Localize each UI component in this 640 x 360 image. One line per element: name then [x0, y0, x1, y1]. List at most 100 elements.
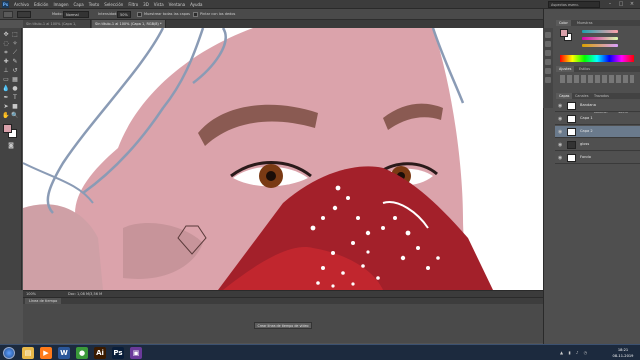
workspace-select[interactable]: Aspectos esenc. — [548, 1, 600, 8]
history-brush-tool-icon[interactable]: ↺ — [11, 67, 19, 75]
tab-channels[interactable]: Canales — [572, 93, 591, 99]
tab-document-2-label: Sin título-1 al 100% (Capa 1, RGB/8) * — [95, 22, 162, 26]
layer-row-fondo[interactable]: ◉ Fondo — [555, 152, 640, 164]
intensity-field[interactable]: 50% — [117, 11, 131, 18]
eraser-tool-icon[interactable]: ▭ — [2, 76, 10, 84]
tab-adjustments[interactable]: Ajustes — [556, 66, 575, 72]
move-tool-icon[interactable]: ✥ — [2, 31, 10, 39]
visibility-eye-icon[interactable]: ◉ — [558, 142, 562, 148]
tool-preset-icon[interactable] — [3, 11, 13, 18]
media-player-icon[interactable]: ▶ — [40, 347, 52, 359]
tab-timeline[interactable]: Línea de tiempo — [25, 298, 62, 304]
paragraph-panel-icon[interactable] — [545, 68, 551, 74]
word-icon[interactable]: W — [58, 347, 70, 359]
tab-layers[interactable]: Capas — [556, 93, 573, 99]
tab-styles[interactable]: Estilos — [576, 66, 593, 72]
visibility-eye-icon[interactable]: ◉ — [558, 103, 562, 109]
layer-name: Bandana — [580, 103, 596, 107]
canvas[interactable] — [23, 28, 543, 290]
menu-filtro[interactable]: Filtro — [128, 2, 138, 7]
intensity-value: 50% — [120, 13, 128, 17]
menu-capa[interactable]: Capa — [74, 2, 84, 7]
path-selection-tool-icon[interactable]: ➤ — [2, 103, 10, 111]
system-tray-icons[interactable]: ▲ ▮ ♪ ◷ — [560, 350, 600, 356]
layer-thumbnail — [567, 128, 576, 136]
adjustments-panel-tabs: Ajustes Estilos — [556, 66, 640, 72]
mode-value: Normal — [66, 13, 79, 17]
adjustment-icons-row[interactable] — [560, 75, 634, 83]
minimize-icon[interactable]: – — [606, 1, 614, 8]
create-video-timeline-button[interactable]: Crear línea de tiempo de vídeo — [254, 322, 312, 329]
green-slider[interactable] — [582, 37, 618, 40]
panel-icon-strip — [543, 28, 553, 108]
status-bar: 100% Doc: 1,08 M/3,56 M — [23, 290, 543, 297]
type-tool-icon[interactable]: T — [11, 94, 19, 102]
blue-slider[interactable] — [582, 44, 618, 47]
visibility-eye-icon[interactable]: ◉ — [558, 129, 562, 135]
blur-tool-icon[interactable]: 💧 — [2, 85, 10, 93]
shape-tool-icon[interactable]: ■ — [11, 103, 19, 111]
color-spectrum-bar[interactable] — [560, 55, 634, 62]
tab-color[interactable]: Color — [556, 20, 571, 26]
document-info: Doc: 1,08 M/3,56 M — [68, 292, 103, 296]
panel-foreground-swatch[interactable] — [560, 29, 568, 37]
tab-document-2[interactable]: Sin título-1 al 100% (Capa 1, RGB/8) * — [92, 20, 166, 28]
menu-archivo[interactable]: Archivo — [14, 2, 29, 7]
menu-ayuda[interactable]: Ayuda — [190, 2, 202, 7]
crop-tool-icon[interactable]: ⌗ — [2, 49, 10, 57]
video-icon[interactable]: ▣ — [130, 347, 142, 359]
color-panel-tabs: Color Muestras — [556, 20, 640, 26]
gradient-tool-icon[interactable]: ▦ — [11, 76, 19, 84]
menu-imagen[interactable]: Imagen — [53, 2, 68, 7]
chrome-icon[interactable]: ● — [76, 347, 88, 359]
illustrator-icon[interactable]: Ai — [94, 347, 106, 359]
windows-taskbar: ▤ ▶ W ● Ai Ps ▣ ▲ ▮ ♪ ◷ 18:21 08-11-2019 — [0, 344, 640, 360]
eyedropper-tool-icon[interactable]: ⟋ — [11, 49, 19, 57]
start-button-icon[interactable] — [3, 347, 15, 359]
zoom-tool-icon[interactable]: 🔍 — [11, 112, 19, 120]
zoom-level[interactable]: 100% — [26, 292, 36, 296]
menu-texto[interactable]: Texto — [89, 2, 100, 7]
tab-swatches[interactable]: Muestras — [574, 20, 596, 26]
actions-panel-icon[interactable] — [545, 50, 551, 56]
layer-row-capa-1[interactable]: ◉ Capa 1 — [555, 113, 640, 125]
healing-brush-tool-icon[interactable]: ✚ — [2, 58, 10, 66]
brush-size-picker[interactable] — [17, 11, 31, 18]
menu-seleccion[interactable]: Selección — [104, 2, 123, 7]
maximize-icon[interactable]: □ — [617, 1, 625, 8]
photoshop-icon[interactable]: Ps — [112, 347, 124, 359]
brush-tool-icon[interactable]: ✎ — [11, 58, 19, 66]
layer-row-gloss[interactable]: ◉ gloss — [555, 139, 640, 151]
visibility-eye-icon[interactable]: ◉ — [558, 155, 562, 161]
layer-row-bandana[interactable]: ◉ Bandana — [555, 100, 640, 112]
pen-tool-icon[interactable]: ✒ — [2, 94, 10, 102]
menu-ventana[interactable]: Ventana — [169, 2, 185, 7]
menu-3d[interactable]: 3D — [143, 2, 149, 7]
clone-stamp-tool-icon[interactable]: ⊥ — [2, 67, 10, 75]
close-icon[interactable]: × — [628, 1, 636, 8]
layer-row-capa-2[interactable]: ◉ Capa 2 — [555, 126, 640, 138]
red-slider[interactable] — [582, 30, 618, 33]
clock[interactable]: 18:21 08-11-2019 — [608, 347, 638, 359]
tab-document-1[interactable]: Sin título-1 al 100% (Capa 1, RGB/8) * — [23, 20, 91, 34]
properties-panel-icon[interactable] — [545, 41, 551, 47]
foreground-color-swatch[interactable] — [3, 124, 12, 133]
mode-select[interactable]: Normal — [63, 11, 89, 18]
menu-vista[interactable]: Vista — [154, 2, 164, 7]
explorer-icon[interactable]: ▤ — [22, 347, 34, 359]
marquee-tool-icon[interactable]: ⬚ — [11, 31, 19, 39]
sample-all-checkbox[interactable] — [137, 12, 142, 17]
finger-painting-checkbox[interactable] — [193, 12, 198, 17]
brush-panel-icon[interactable] — [545, 77, 551, 83]
quick-select-tool-icon[interactable]: ✧ — [11, 40, 19, 48]
lasso-tool-icon[interactable]: ◌ — [2, 40, 10, 48]
character-panel-icon[interactable] — [545, 59, 551, 65]
quick-mask-icon[interactable]: ◙ — [7, 142, 15, 150]
visibility-eye-icon[interactable]: ◉ — [558, 116, 562, 122]
dodge-tool-icon[interactable]: ● — [11, 85, 19, 93]
history-panel-icon[interactable] — [545, 32, 551, 38]
hand-tool-icon[interactable]: ✋ — [2, 112, 10, 120]
tab-paths[interactable]: Trazados — [591, 93, 612, 99]
menu-edicion[interactable]: Edición — [34, 2, 48, 7]
finger-painting-label: Pintar con los dedos — [200, 12, 236, 16]
